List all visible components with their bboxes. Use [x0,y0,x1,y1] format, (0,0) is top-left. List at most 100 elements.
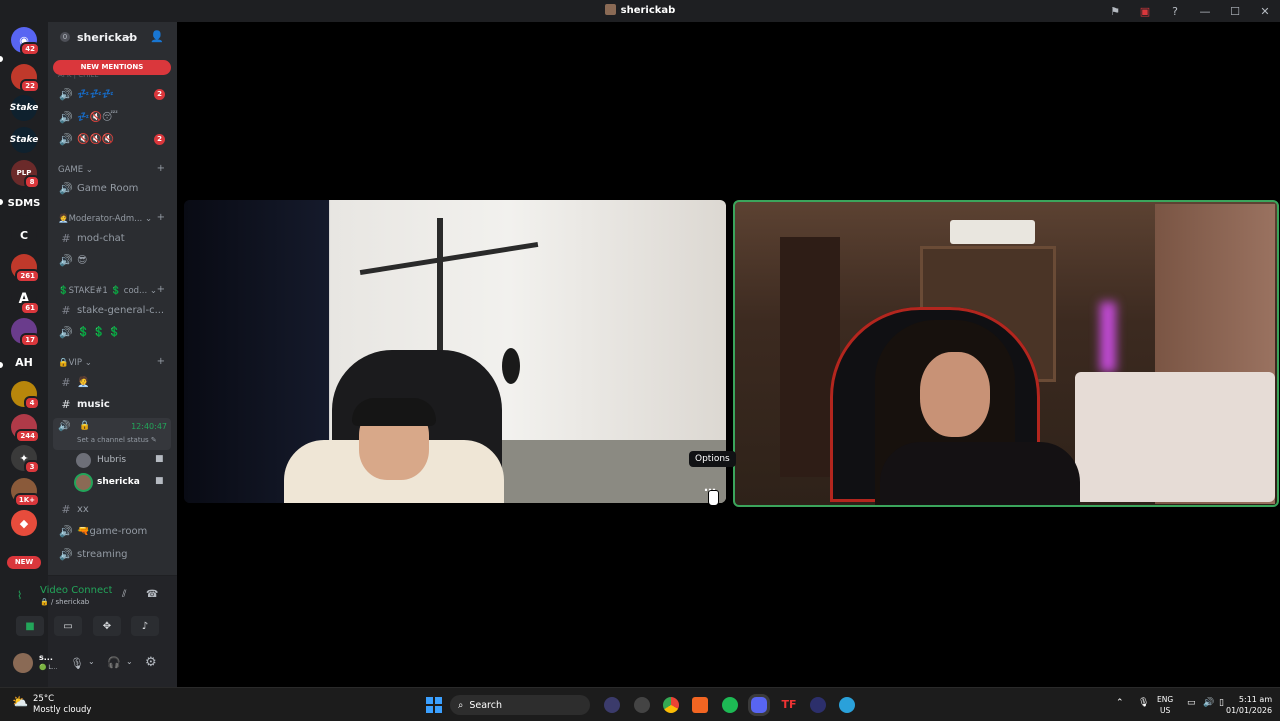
app-icon[interactable] [604,697,620,713]
network-icon[interactable]: ▭ [1187,698,1196,708]
text-channel-mod-chat[interactable]: # mod-chat [53,228,171,248]
volume-icon[interactable]: 🔊 [1203,698,1214,708]
updates-icon[interactable]: ▣ [1130,5,1160,18]
voice-channel-game-room-2[interactable]: 🔊 🔫game-room [53,521,171,541]
app-icon[interactable] [810,697,826,713]
app-icon[interactable] [692,697,708,713]
signal-icon[interactable]: ⌇ [17,589,22,602]
disconnect-icon[interactable]: ☎ [146,589,158,600]
new-servers-badge[interactable]: NEW [7,556,41,569]
close-button[interactable]: ✕ [1250,5,1280,18]
add-channel-icon[interactable]: + [157,212,165,223]
minimize-button[interactable]: — [1190,5,1220,18]
server-c-icon[interactable]: C [11,222,37,248]
server-icon[interactable]: 244 [11,414,40,443]
category-vip[interactable]: 🔒VIP ⌄ [58,358,92,368]
voice-user-hubris[interactable]: Hubris [76,451,126,469]
category-game[interactable]: GAME ⌄ [58,165,93,175]
avatar [76,452,91,468]
avatar [76,474,91,490]
voice-user-shericka[interactable]: shericka [76,473,140,491]
direct-messages-icon[interactable]: ◉ 42 [11,27,40,56]
text-channel-music[interactable]: # music [53,394,171,414]
weather-icon[interactable]: ⛅ [12,695,28,710]
chevron-up-icon[interactable]: ⌃ [1116,698,1124,708]
add-member-icon[interactable]: 👤 [150,30,164,43]
channel-timer: 12:40:47 [131,422,167,431]
avatar[interactable] [13,653,33,673]
weight-plate [502,348,520,384]
weather-widget[interactable]: 25°C Mostly cloudy [33,694,91,716]
battery-icon[interactable]: ▯ [1219,698,1224,708]
soundboard-button[interactable]: ♪ [131,616,159,636]
microphone-icon[interactable]: 🎙 [70,657,84,670]
chrome-icon[interactable] [663,697,679,713]
new-mentions-banner[interactable]: NEW MENTIONS [53,60,171,75]
server-stake-icon[interactable]: Stake [10,95,38,121]
server-header[interactable]: 0 sherickab ⌄ 👤 [48,22,177,54]
lock-icon: 🔒 [79,421,91,431]
telegram-icon[interactable] [839,697,855,713]
text-channel-vip[interactable]: # 🧑‍💼 [53,372,171,392]
taskbar: ⛅ 25°C Mostly cloudy ⌕ Search TF ⌃ 🎙 ENG US… [0,687,1280,721]
screen-share-button[interactable]: ▭ [54,616,82,636]
connected-voice-channel[interactable]: 🔊 🔒 12:40:47 Set a channel status ✎ [53,418,171,450]
language-indicator[interactable]: ENG US [1157,694,1173,716]
voice-channel-afk-2[interactable]: 🔊 💤🔇😴 [53,107,171,127]
help-icon[interactable]: ? [1160,5,1190,18]
server-a-icon[interactable]: A 61 [11,286,40,315]
app-icon[interactable]: TF [781,697,797,713]
text-channel-stake-general[interactable]: # stake-general-c... [53,300,171,320]
server-icon[interactable]: 22 [11,64,40,93]
inbox-flag-icon[interactable]: ⚑ [1100,5,1130,18]
speaker-icon: 🔊 [59,87,73,101]
voice-channel-path[interactable]: 🔒 / sherickab [40,598,89,606]
camera-icon: ■ [155,476,164,486]
start-button[interactable] [426,697,442,713]
server-icon[interactable]: 261 [11,254,40,283]
category-moderator[interactable]: 🧑‍💼Moderator-Adm... ⌄ [58,214,152,224]
chevron-down-icon[interactable]: ⌄ [88,657,95,666]
voice-channel-stake[interactable]: 🔊 💲 💲 💲 [53,322,171,342]
noise-suppression-icon[interactable]: ⫽ [122,589,126,600]
voice-channel-mod[interactable]: 🔊 😎 [53,250,171,270]
app-icon[interactable] [634,697,650,713]
clock[interactable]: 5:11 am 01/01/2026 [1226,694,1272,716]
camera-button[interactable]: ■ [16,616,44,636]
person-hair [352,398,436,426]
add-channel-icon[interactable]: + [157,356,165,367]
server-icon[interactable]: ✦ 3 [11,445,40,474]
gear-icon[interactable]: ⚙ [145,655,157,670]
server-icon[interactable]: 4 [11,381,40,410]
search-box[interactable]: ⌕ Search [450,695,590,715]
server-stake-icon[interactable]: Stake [10,127,38,153]
camera-icon: ■ [155,454,164,464]
server-icon[interactable]: 1K+ [11,478,40,507]
voice-channel-game-room[interactable]: 🔊 Game Room [53,178,171,198]
add-channel-icon[interactable]: + [157,163,165,174]
video-tile-hubris[interactable] [184,200,726,503]
add-channel-icon[interactable]: + [157,284,165,295]
server-icon[interactable]: ◆ [11,510,37,536]
server-sdms-icon[interactable]: SDMS [8,190,40,216]
channel-status-prompt[interactable]: Set a channel status ✎ [77,436,157,444]
discord-icon[interactable] [751,697,767,713]
server-icon[interactable]: 17 [11,318,40,347]
server-plp-icon[interactable]: PLP 8 [11,160,40,189]
server-ah-icon[interactable]: AH [11,349,37,375]
voice-channel-streaming[interactable]: 🔊 streaming [53,544,171,564]
maximize-button[interactable]: ☐ [1220,5,1250,18]
headphones-icon[interactable]: 🎧 [107,656,121,669]
activities-button[interactable]: ✥ [93,616,121,636]
rgb-light [1100,302,1116,372]
voice-channel-afk-3[interactable]: 🔊 🔇🔇🔇 2 [53,129,171,149]
text-channel-xx[interactable]: # xx [53,499,171,519]
video-tile-shericka[interactable] [733,200,1279,507]
speaker-live-icon: 🔊 [58,421,71,432]
spotify-icon[interactable] [722,697,738,713]
voice-status[interactable]: Video Connected [40,585,112,596]
voice-channel-afk-1[interactable]: 🔊 💤💤💤 2 [53,84,171,104]
microphone-icon[interactable]: 🎙 [1138,698,1149,708]
category-stake[interactable]: 💲STAKE#1 💲 cod... ⌄ [58,286,157,296]
chevron-down-icon[interactable]: ⌄ [126,657,133,666]
